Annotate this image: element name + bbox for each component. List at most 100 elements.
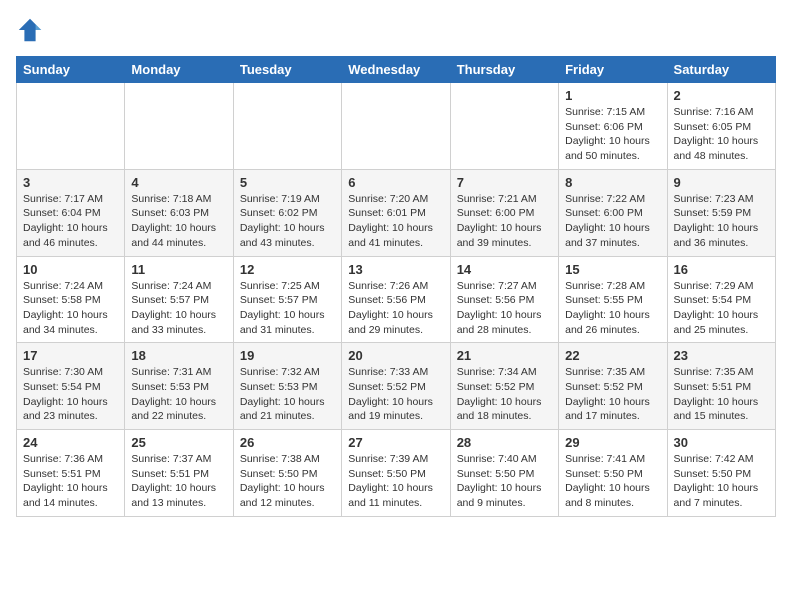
calendar-cell: 1Sunrise: 7:15 AM Sunset: 6:06 PM Daylig…: [559, 83, 667, 170]
day-number: 8: [565, 175, 660, 190]
day-info: Sunrise: 7:17 AM Sunset: 6:04 PM Dayligh…: [23, 192, 118, 251]
day-info: Sunrise: 7:20 AM Sunset: 6:01 PM Dayligh…: [348, 192, 443, 251]
days-of-week-row: SundayMondayTuesdayWednesdayThursdayFrid…: [17, 57, 776, 83]
day-number: 6: [348, 175, 443, 190]
day-number: 15: [565, 262, 660, 277]
page-header: [16, 16, 776, 44]
calendar-cell: 14 Sunrise: 7:27 AM Sunset: 5:56 PM Dayli…: [450, 256, 558, 343]
day-number: 29: [565, 435, 660, 450]
day-number: 27: [348, 435, 443, 450]
calendar-week-row: 24 Sunrise: 7:36 AM Sunset: 5:51 PM Dayli…: [17, 430, 776, 517]
logo-icon: [16, 16, 44, 44]
day-info: Sunrise: 7:35 AM Sunset: 5:51 PM Dayligh…: [674, 365, 769, 424]
day-number: 12: [240, 262, 335, 277]
day-info: Sunrise: 7:22 AM Sunset: 6:00 PM Dayligh…: [565, 192, 660, 251]
calendar-cell: 30Sunrise: 7:42 AM Sunset: 5:50 PM Dayli…: [667, 430, 775, 517]
day-info: Sunrise: 7:19 AM Sunset: 6:02 PM Dayligh…: [240, 192, 335, 251]
calendar-cell: 22 Sunrise: 7:35 AM Sunset: 5:52 PM Dayli…: [559, 343, 667, 430]
day-info: Sunrise: 7:25 AM Sunset: 5:57 PM Dayligh…: [240, 279, 335, 338]
calendar-cell: 10 Sunrise: 7:24 AM Sunset: 5:58 PM Dayli…: [17, 256, 125, 343]
calendar-cell: [17, 83, 125, 170]
day-number: 25: [131, 435, 226, 450]
day-info: Sunrise: 7:16 AM Sunset: 6:05 PM Dayligh…: [674, 105, 769, 164]
day-number: 28: [457, 435, 552, 450]
day-of-week-header: Tuesday: [233, 57, 341, 83]
calendar-cell: 20 Sunrise: 7:33 AM Sunset: 5:52 PM Dayli…: [342, 343, 450, 430]
day-info: Sunrise: 7:38 AM Sunset: 5:50 PM Dayligh…: [240, 452, 335, 511]
day-info: Sunrise: 7:34 AM Sunset: 5:52 PM Dayligh…: [457, 365, 552, 424]
day-number: 7: [457, 175, 552, 190]
calendar-week-row: 1Sunrise: 7:15 AM Sunset: 6:06 PM Daylig…: [17, 83, 776, 170]
calendar-cell: 7Sunrise: 7:21 AM Sunset: 6:00 PM Daylig…: [450, 169, 558, 256]
day-of-week-header: Saturday: [667, 57, 775, 83]
calendar-cell: [450, 83, 558, 170]
calendar-cell: 13Sunrise: 7:26 AM Sunset: 5:56 PM Dayli…: [342, 256, 450, 343]
calendar-cell: 4 Sunrise: 7:18 AM Sunset: 6:03 PM Daylig…: [125, 169, 233, 256]
calendar-cell: 16 Sunrise: 7:29 AM Sunset: 5:54 PM Dayli…: [667, 256, 775, 343]
day-info: Sunrise: 7:35 AM Sunset: 5:52 PM Dayligh…: [565, 365, 660, 424]
calendar-cell: 17 Sunrise: 7:30 AM Sunset: 5:54 PM Dayli…: [17, 343, 125, 430]
day-number: 3: [23, 175, 118, 190]
day-number: 9: [674, 175, 769, 190]
day-info: Sunrise: 7:18 AM Sunset: 6:03 PM Dayligh…: [131, 192, 226, 251]
calendar-cell: 6 Sunrise: 7:20 AM Sunset: 6:01 PM Daylig…: [342, 169, 450, 256]
day-info: Sunrise: 7:33 AM Sunset: 5:52 PM Dayligh…: [348, 365, 443, 424]
day-info: Sunrise: 7:39 AM Sunset: 5:50 PM Dayligh…: [348, 452, 443, 511]
day-info: Sunrise: 7:27 AM Sunset: 5:56 PM Dayligh…: [457, 279, 552, 338]
day-info: Sunrise: 7:42 AM Sunset: 5:50 PM Dayligh…: [674, 452, 769, 511]
day-of-week-header: Friday: [559, 57, 667, 83]
day-info: Sunrise: 7:31 AM Sunset: 5:53 PM Dayligh…: [131, 365, 226, 424]
calendar-cell: 12 Sunrise: 7:25 AM Sunset: 5:57 PM Dayli…: [233, 256, 341, 343]
day-number: 19: [240, 348, 335, 363]
day-info: Sunrise: 7:23 AM Sunset: 5:59 PM Dayligh…: [674, 192, 769, 251]
day-number: 24: [23, 435, 118, 450]
calendar-cell: 25Sunrise: 7:37 AM Sunset: 5:51 PM Dayli…: [125, 430, 233, 517]
calendar-cell: 26 Sunrise: 7:38 AM Sunset: 5:50 PM Dayli…: [233, 430, 341, 517]
calendar-cell: 29Sunrise: 7:41 AM Sunset: 5:50 PM Dayli…: [559, 430, 667, 517]
calendar-cell: 24 Sunrise: 7:36 AM Sunset: 5:51 PM Dayli…: [17, 430, 125, 517]
logo: [16, 16, 48, 44]
calendar-cell: [233, 83, 341, 170]
calendar-cell: 23 Sunrise: 7:35 AM Sunset: 5:51 PM Dayli…: [667, 343, 775, 430]
day-info: Sunrise: 7:30 AM Sunset: 5:54 PM Dayligh…: [23, 365, 118, 424]
calendar-cell: 19 Sunrise: 7:32 AM Sunset: 5:53 PM Dayli…: [233, 343, 341, 430]
day-number: 26: [240, 435, 335, 450]
day-number: 17: [23, 348, 118, 363]
calendar-cell: 18Sunrise: 7:31 AM Sunset: 5:53 PM Dayli…: [125, 343, 233, 430]
day-info: Sunrise: 7:32 AM Sunset: 5:53 PM Dayligh…: [240, 365, 335, 424]
calendar-week-row: 17 Sunrise: 7:30 AM Sunset: 5:54 PM Dayli…: [17, 343, 776, 430]
calendar-cell: 15 Sunrise: 7:28 AM Sunset: 5:55 PM Dayli…: [559, 256, 667, 343]
day-number: 5: [240, 175, 335, 190]
day-number: 16: [674, 262, 769, 277]
day-number: 20: [348, 348, 443, 363]
calendar-cell: 11Sunrise: 7:24 AM Sunset: 5:57 PM Dayli…: [125, 256, 233, 343]
day-info: Sunrise: 7:24 AM Sunset: 5:58 PM Dayligh…: [23, 279, 118, 338]
calendar-week-row: 3 Sunrise: 7:17 AM Sunset: 6:04 PM Daylig…: [17, 169, 776, 256]
day-info: Sunrise: 7:40 AM Sunset: 5:50 PM Dayligh…: [457, 452, 552, 511]
day-of-week-header: Thursday: [450, 57, 558, 83]
calendar-cell: 5 Sunrise: 7:19 AM Sunset: 6:02 PM Daylig…: [233, 169, 341, 256]
day-info: Sunrise: 7:24 AM Sunset: 5:57 PM Dayligh…: [131, 279, 226, 338]
day-number: 1: [565, 88, 660, 103]
day-of-week-header: Monday: [125, 57, 233, 83]
calendar-cell: 27 Sunrise: 7:39 AM Sunset: 5:50 PM Dayli…: [342, 430, 450, 517]
day-of-week-header: Wednesday: [342, 57, 450, 83]
day-number: 22: [565, 348, 660, 363]
calendar-body: 1Sunrise: 7:15 AM Sunset: 6:06 PM Daylig…: [17, 83, 776, 517]
calendar-table: SundayMondayTuesdayWednesdayThursdayFrid…: [16, 56, 776, 517]
day-info: Sunrise: 7:28 AM Sunset: 5:55 PM Dayligh…: [565, 279, 660, 338]
calendar-week-row: 10 Sunrise: 7:24 AM Sunset: 5:58 PM Dayli…: [17, 256, 776, 343]
day-number: 23: [674, 348, 769, 363]
day-number: 10: [23, 262, 118, 277]
day-info: Sunrise: 7:29 AM Sunset: 5:54 PM Dayligh…: [674, 279, 769, 338]
day-number: 4: [131, 175, 226, 190]
calendar-cell: 8 Sunrise: 7:22 AM Sunset: 6:00 PM Daylig…: [559, 169, 667, 256]
calendar-cell: 9 Sunrise: 7:23 AM Sunset: 5:59 PM Daylig…: [667, 169, 775, 256]
day-info: Sunrise: 7:26 AM Sunset: 5:56 PM Dayligh…: [348, 279, 443, 338]
day-info: Sunrise: 7:36 AM Sunset: 5:51 PM Dayligh…: [23, 452, 118, 511]
day-of-week-header: Sunday: [17, 57, 125, 83]
calendar-cell: 2Sunrise: 7:16 AM Sunset: 6:05 PM Daylig…: [667, 83, 775, 170]
calendar-cell: 28 Sunrise: 7:40 AM Sunset: 5:50 PM Dayli…: [450, 430, 558, 517]
day-number: 14: [457, 262, 552, 277]
calendar-cell: [125, 83, 233, 170]
